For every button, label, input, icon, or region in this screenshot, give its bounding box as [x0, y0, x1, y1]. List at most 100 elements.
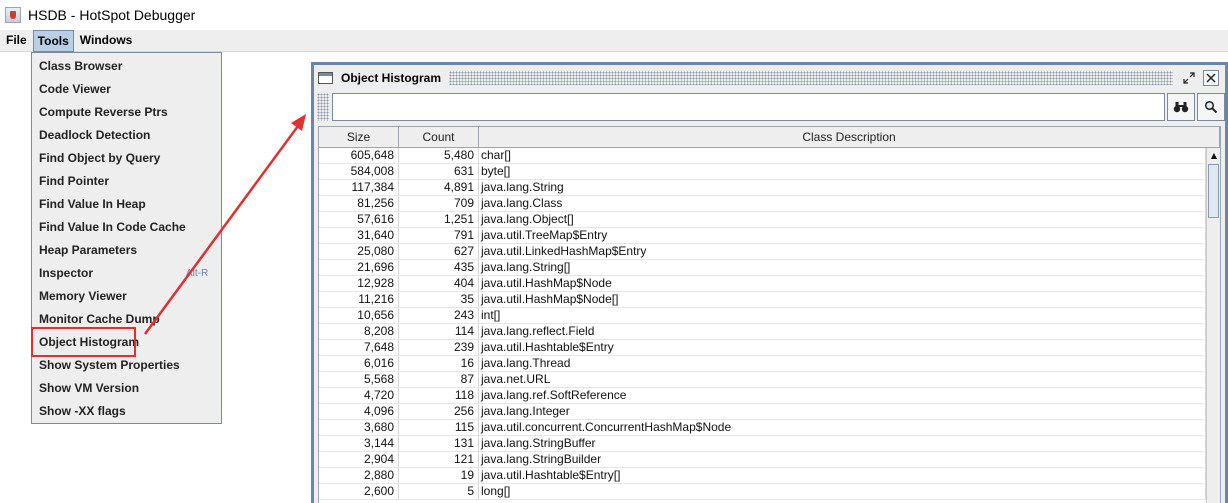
cell-size: 57,616 [319, 212, 399, 227]
find-input[interactable] [331, 93, 1166, 121]
menubar: File Tools Windows [0, 29, 1228, 52]
cell-class-description: java.util.TreeMap$Entry [479, 228, 1206, 243]
histogram-table: Size Count Class Description 605,648 5,48… [318, 126, 1221, 503]
cell-size: 12,928 [319, 276, 399, 291]
table-row[interactable]: 8,208 114 java.lang.reflect.Field [319, 324, 1206, 340]
table-row[interactable]: 2,904 121 java.lang.StringBuilder [319, 452, 1206, 468]
cell-size: 31,640 [319, 228, 399, 243]
cell-class-description: java.util.Hashtable$Entry[] [479, 468, 1206, 483]
cell-count: 1,251 [399, 212, 479, 227]
cell-class-description: java.util.HashMap$Node[] [479, 292, 1206, 307]
table-row[interactable]: 3,144 131 java.lang.StringBuffer [319, 436, 1206, 452]
cell-class-description: char[] [479, 148, 1206, 163]
menu-item-heap-parameters[interactable]: Heap Parameters [32, 239, 221, 262]
cell-count: 256 [399, 404, 479, 419]
menu-item-show-vm-version[interactable]: Show VM Version [32, 377, 221, 400]
table-row[interactable]: 6,016 16 java.lang.Thread [319, 356, 1206, 372]
tools-menu-dropdown: Class Browser Code Viewer Compute Revers… [31, 52, 222, 424]
menu-item-show-xx-flags[interactable]: Show -XX flags [32, 400, 221, 423]
histogram-toolbar [314, 91, 1225, 123]
cell-size: 584,008 [319, 164, 399, 179]
cell-size: 10,656 [319, 308, 399, 323]
table-row[interactable]: 2,880 19 java.util.Hashtable$Entry[] [319, 468, 1206, 484]
cell-count: 118 [399, 388, 479, 403]
cell-count: 19 [399, 468, 479, 483]
menu-tools[interactable]: Tools [32, 29, 74, 52]
menu-item-monitor-cache-dump[interactable]: Monitor Cache Dump [32, 308, 221, 331]
menu-item-class-browser[interactable]: Class Browser [32, 55, 221, 78]
restore-icon[interactable] [1181, 70, 1197, 86]
table-row[interactable]: 7,648 239 java.util.Hashtable$Entry [319, 340, 1206, 356]
table-row[interactable]: 605,648 5,480 char[] [319, 148, 1206, 164]
menu-item-object-histogram[interactable]: Object Histogram [32, 331, 221, 354]
cell-count: 5,480 [399, 148, 479, 163]
table-row[interactable]: 21,696 435 java.lang.String[] [319, 260, 1206, 276]
menu-item-deadlock-detection[interactable]: Deadlock Detection [32, 124, 221, 147]
toolbar-grip[interactable] [317, 93, 329, 121]
menu-item-find-pointer[interactable]: Find Pointer [32, 170, 221, 193]
cell-count: 121 [399, 452, 479, 467]
column-header-class-description[interactable]: Class Description [479, 127, 1220, 147]
table-header: Size Count Class Description [319, 127, 1220, 148]
cell-count: 709 [399, 196, 479, 211]
vertical-scrollbar[interactable]: ▲ [1206, 148, 1220, 503]
column-header-count[interactable]: Count [399, 127, 479, 147]
cell-class-description: java.util.concurrent.ConcurrentHashMap$N… [479, 420, 1206, 435]
scrollbar-thumb[interactable] [1208, 164, 1219, 218]
cell-size: 4,096 [319, 404, 399, 419]
cell-class-description: java.lang.ref.SoftReference [479, 388, 1206, 403]
menu-item-find-value-in-code-cache[interactable]: Find Value In Code Cache [32, 216, 221, 239]
table-row[interactable]: 5,568 87 java.net.URL [319, 372, 1206, 388]
table-row[interactable]: 4,096 256 java.lang.Integer [319, 404, 1206, 420]
menu-item-compute-reverse-ptrs[interactable]: Compute Reverse Ptrs [32, 101, 221, 124]
cell-size: 2,904 [319, 452, 399, 467]
cell-size: 81,256 [319, 196, 399, 211]
cell-class-description: java.lang.StringBuffer [479, 436, 1206, 451]
menu-windows[interactable]: Windows [76, 30, 137, 52]
hsdb-app-window: HSDB - HotSpot Debugger File Tools Windo… [0, 0, 1228, 503]
table-row[interactable]: 11,216 35 java.util.HashMap$Node[] [319, 292, 1206, 308]
window-titlebar: HSDB - HotSpot Debugger [0, 0, 1228, 30]
frame-titlebar[interactable]: Object Histogram [314, 65, 1225, 91]
table-row[interactable]: 2,600 5 long[] [319, 484, 1206, 500]
table-row[interactable]: 4,720 118 java.lang.ref.SoftReference [319, 388, 1206, 404]
scroll-up-icon[interactable]: ▲ [1207, 148, 1220, 162]
table-row[interactable]: 10,656 243 int[] [319, 308, 1206, 324]
cell-count: 435 [399, 260, 479, 275]
binoculars-icon[interactable] [1167, 93, 1196, 121]
table-row[interactable]: 3,680 115 java.util.concurrent.ConcurrentH… [319, 420, 1206, 436]
menu-item-show-system-properties[interactable]: Show System Properties [32, 354, 221, 377]
cell-size: 117,384 [319, 180, 399, 195]
table-row[interactable]: 584,008 631 byte[] [319, 164, 1206, 180]
table-row[interactable]: 31,640 791 java.util.TreeMap$Entry [319, 228, 1206, 244]
cell-class-description: java.util.Hashtable$Entry [479, 340, 1206, 355]
cell-count: 627 [399, 244, 479, 259]
menu-item-find-value-in-heap[interactable]: Find Value In Heap [32, 193, 221, 216]
cell-size: 3,680 [319, 420, 399, 435]
java-app-icon [5, 7, 21, 23]
table-row[interactable]: 12,928 404 java.util.HashMap$Node [319, 276, 1206, 292]
menu-item-memory-viewer[interactable]: Memory Viewer [32, 285, 221, 308]
menu-item-find-object-by-query[interactable]: Find Object by Query [32, 147, 221, 170]
menu-item-inspector[interactable]: Inspector Alt-R [32, 262, 221, 285]
table-row[interactable]: 57,616 1,251 java.lang.Object[] [319, 212, 1206, 228]
table-row[interactable]: 81,256 709 java.lang.Class [319, 196, 1206, 212]
table-row[interactable]: 25,080 627 java.util.LinkedHashMap$Entry [319, 244, 1206, 260]
table-row[interactable]: 117,384 4,891 java.lang.String [319, 180, 1206, 196]
cell-size: 7,648 [319, 340, 399, 355]
menu-item-code-viewer[interactable]: Code Viewer [32, 78, 221, 101]
cell-count: 404 [399, 276, 479, 291]
cell-class-description: java.lang.String [479, 180, 1206, 195]
menu-file[interactable]: File [2, 30, 31, 52]
cell-size: 6,016 [319, 356, 399, 371]
cell-class-description: java.net.URL [479, 372, 1206, 387]
column-header-size[interactable]: Size [319, 127, 399, 147]
close-icon[interactable] [1203, 70, 1219, 86]
object-histogram-frame: Object Histogram Size Count Class Descri… [311, 62, 1228, 503]
cell-class-description: java.util.LinkedHashMap$Entry [479, 244, 1206, 259]
magnifier-icon[interactable] [1197, 93, 1225, 121]
table-body: 605,648 5,480 char[] 584,008 631 byte[] 117,38… [319, 148, 1206, 500]
cell-size: 2,880 [319, 468, 399, 483]
cell-count: 131 [399, 436, 479, 451]
cell-class-description: java.util.HashMap$Node [479, 276, 1206, 291]
